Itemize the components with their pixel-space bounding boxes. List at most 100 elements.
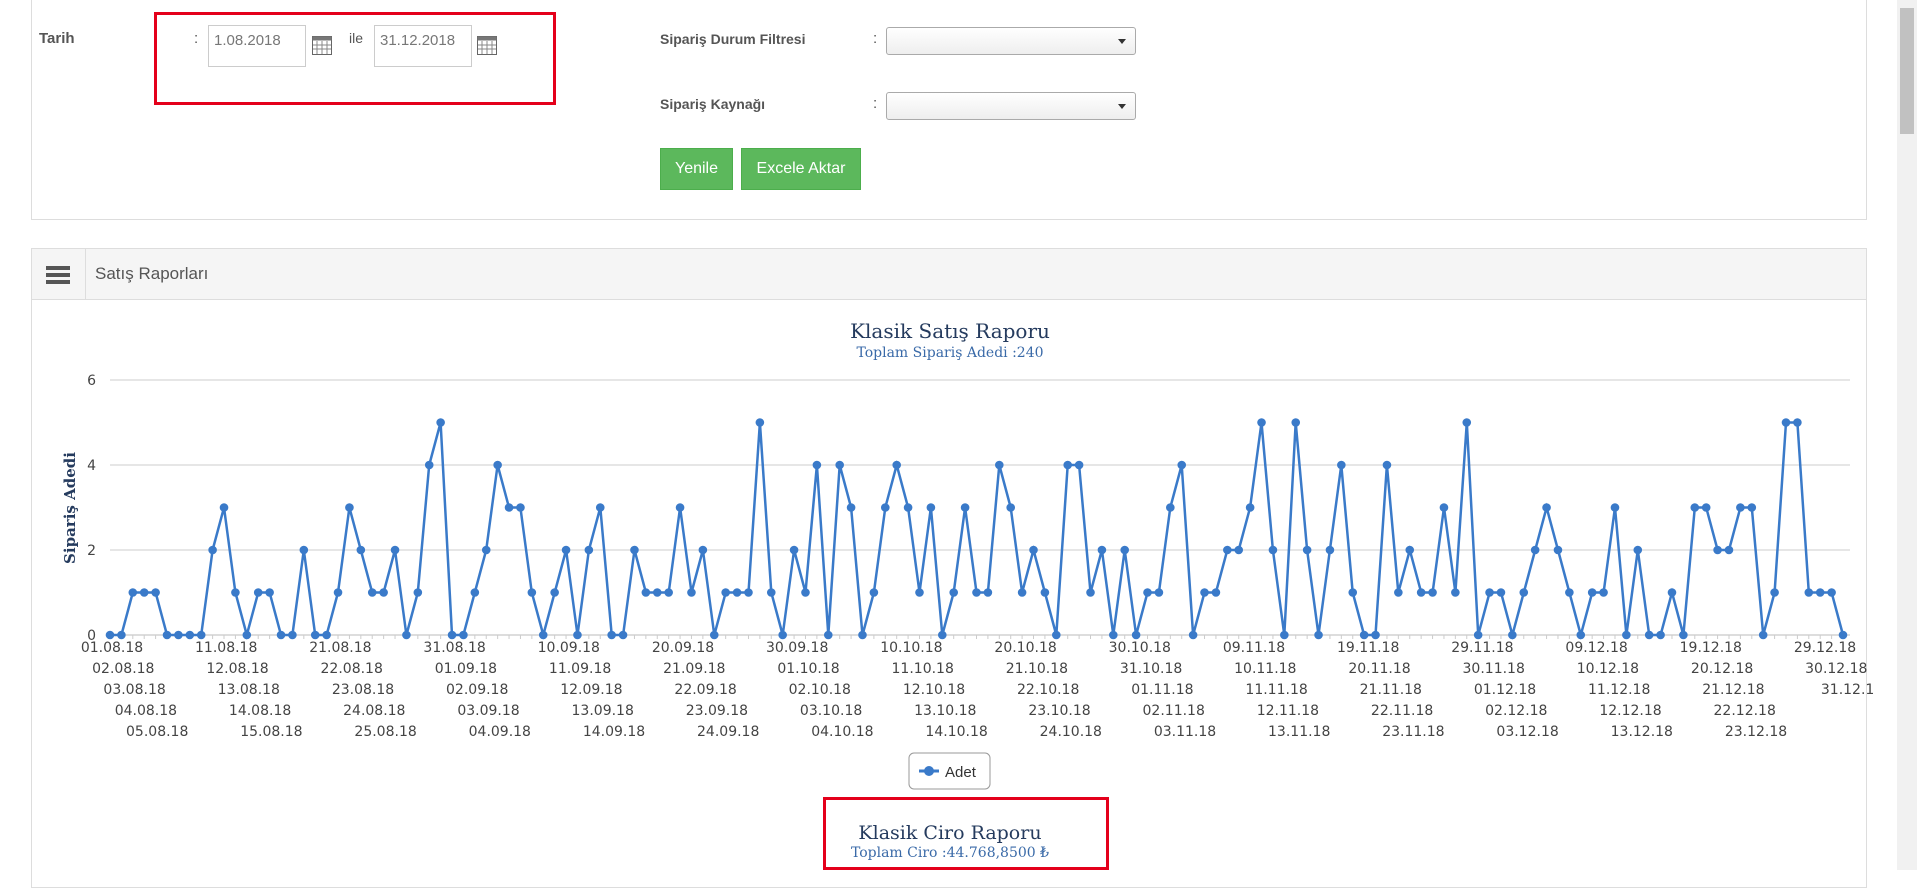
data-point[interactable]	[1770, 588, 1779, 597]
data-point[interactable]	[1063, 460, 1073, 470]
data-point[interactable]	[1656, 630, 1665, 640]
data-point[interactable]	[413, 588, 423, 597]
data-point[interactable]	[1610, 503, 1620, 512]
data-point[interactable]	[1804, 588, 1814, 597]
data-point[interactable]	[595, 503, 605, 512]
data-point[interactable]	[1245, 503, 1255, 512]
data-point[interactable]	[516, 503, 525, 512]
data-point[interactable]	[333, 588, 343, 597]
data-point[interactable]	[1154, 588, 1164, 597]
data-point[interactable]	[1793, 418, 1802, 427]
data-point[interactable]	[1211, 588, 1221, 597]
data-point[interactable]	[1052, 630, 1061, 640]
data-point[interactable]	[584, 545, 594, 555]
data-point[interactable]	[299, 545, 309, 555]
data-point[interactable]	[436, 418, 445, 427]
data-point[interactable]	[869, 588, 879, 597]
data-point[interactable]	[972, 588, 981, 597]
data-point[interactable]	[1667, 588, 1677, 597]
data-point[interactable]	[356, 545, 366, 555]
data-point[interactable]	[641, 588, 651, 597]
data-point[interactable]	[105, 630, 115, 640]
data-point[interactable]	[162, 630, 172, 640]
data-point[interactable]	[1109, 630, 1118, 640]
data-point[interactable]	[573, 630, 582, 640]
chart-legend[interactable]: Adet	[908, 752, 991, 790]
data-point[interactable]	[1337, 460, 1346, 470]
data-point[interactable]	[1530, 545, 1540, 555]
data-point[interactable]	[1496, 588, 1506, 597]
data-point[interactable]	[288, 630, 297, 640]
data-point[interactable]	[1713, 545, 1722, 555]
data-point[interactable]	[1029, 545, 1038, 555]
data-point[interactable]	[1827, 588, 1836, 597]
data-point[interactable]	[1724, 545, 1734, 555]
data-point[interactable]	[493, 460, 502, 470]
data-point[interactable]	[459, 630, 468, 640]
data-point[interactable]	[1234, 545, 1244, 555]
data-point[interactable]	[1576, 630, 1586, 640]
data-point[interactable]	[766, 588, 776, 597]
data-point[interactable]	[1006, 503, 1016, 512]
data-point[interactable]	[1394, 588, 1403, 597]
data-point[interactable]	[1622, 630, 1631, 640]
data-point[interactable]	[447, 630, 457, 640]
data-point[interactable]	[1314, 630, 1323, 640]
data-point[interactable]	[367, 588, 377, 597]
data-point[interactable]	[322, 630, 331, 640]
data-point[interactable]	[1451, 588, 1460, 597]
data-point[interactable]	[1291, 418, 1301, 427]
data-point[interactable]	[1177, 460, 1187, 470]
data-point[interactable]	[1701, 503, 1711, 512]
data-point[interactable]	[1462, 418, 1472, 427]
data-point[interactable]	[1074, 460, 1084, 470]
data-point[interactable]	[1131, 630, 1141, 640]
data-point[interactable]	[960, 503, 970, 512]
data-point[interactable]	[117, 630, 126, 640]
data-point[interactable]	[151, 588, 160, 597]
data-point[interactable]	[607, 630, 616, 640]
data-point[interactable]	[470, 588, 480, 597]
data-point[interactable]	[242, 630, 252, 640]
data-point[interactable]	[1268, 545, 1278, 555]
scroll-thumb[interactable]	[1900, 8, 1914, 134]
data-point[interactable]	[1781, 418, 1791, 427]
data-point[interactable]	[1166, 503, 1175, 512]
data-point[interactable]	[1633, 545, 1643, 555]
data-point[interactable]	[1086, 588, 1095, 597]
data-point[interactable]	[231, 588, 240, 597]
data-point[interactable]	[1599, 588, 1608, 597]
data-point[interactable]	[721, 588, 730, 597]
data-point[interactable]	[949, 588, 958, 597]
data-point[interactable]	[846, 503, 856, 512]
data-point[interactable]	[1325, 545, 1335, 555]
data-point[interactable]	[1758, 630, 1768, 640]
data-point[interactable]	[1280, 630, 1289, 640]
data-point[interactable]	[789, 545, 799, 555]
data-point[interactable]	[310, 630, 320, 640]
data-point[interactable]	[1257, 418, 1266, 427]
data-point[interactable]	[208, 545, 217, 555]
data-point[interactable]	[1508, 630, 1517, 640]
data-point[interactable]	[675, 503, 685, 512]
data-point[interactable]	[379, 588, 388, 597]
data-point[interactable]	[185, 630, 195, 640]
data-point[interactable]	[424, 460, 434, 470]
data-point[interactable]	[219, 503, 229, 512]
data-point[interactable]	[1690, 503, 1700, 512]
data-point[interactable]	[937, 630, 947, 640]
data-point[interactable]	[1519, 588, 1529, 597]
data-point[interactable]	[1371, 630, 1380, 640]
data-point[interactable]	[550, 588, 559, 597]
data-point[interactable]	[1416, 588, 1426, 597]
data-point[interactable]	[1747, 503, 1757, 512]
data-point[interactable]	[276, 630, 286, 640]
data-point[interactable]	[1097, 545, 1107, 555]
data-point[interactable]	[481, 545, 491, 555]
data-point[interactable]	[139, 588, 149, 597]
data-point[interactable]	[1348, 588, 1358, 597]
data-point[interactable]	[402, 630, 411, 640]
data-point[interactable]	[1644, 630, 1654, 640]
data-point[interactable]	[801, 588, 810, 597]
data-point[interactable]	[253, 588, 263, 597]
